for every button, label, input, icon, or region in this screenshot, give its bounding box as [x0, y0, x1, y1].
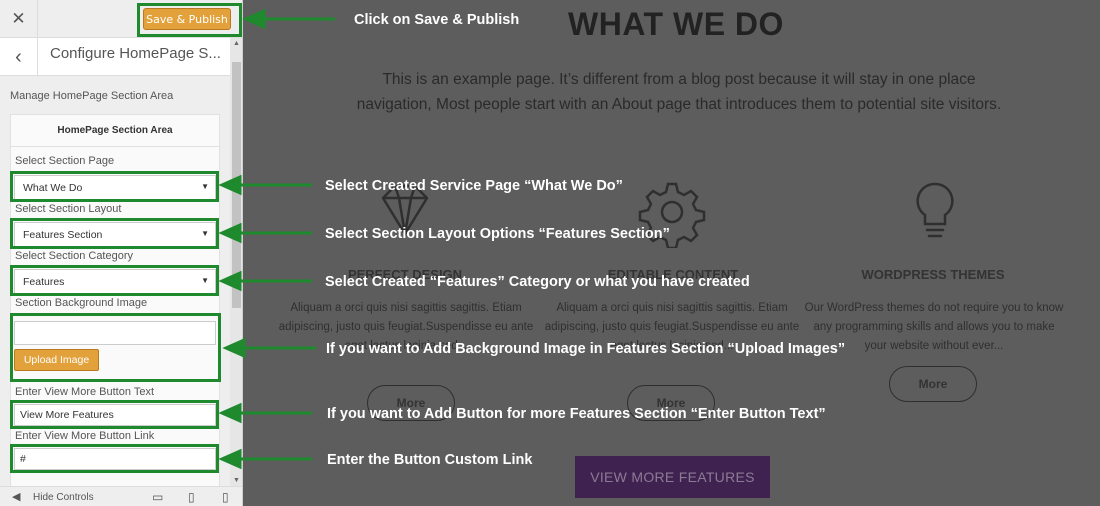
arrowhead: [222, 337, 246, 359]
arrowhead: [218, 222, 242, 244]
arrowhead: [218, 174, 242, 196]
annotation-text: Select Section Layout Options “Features …: [325, 226, 670, 242]
annotation-text: Select Created Service Page “What We Do”: [325, 178, 623, 194]
annotation-text: If you want to Add Background Image in F…: [326, 341, 846, 357]
annotation-text: If you want to Add Button for more Featu…: [327, 406, 826, 422]
arrowhead: [218, 402, 242, 424]
annotation-text: Enter the Button Custom Link: [327, 452, 533, 468]
arrowhead: [218, 448, 242, 470]
arrowhead: [242, 8, 266, 30]
annotation-text: Select Created “Features” Category or wh…: [325, 274, 750, 290]
annotation-text: Click on Save & Publish: [354, 12, 520, 28]
arrowhead: [218, 270, 242, 292]
annotation-arrows: [218, 8, 335, 470]
